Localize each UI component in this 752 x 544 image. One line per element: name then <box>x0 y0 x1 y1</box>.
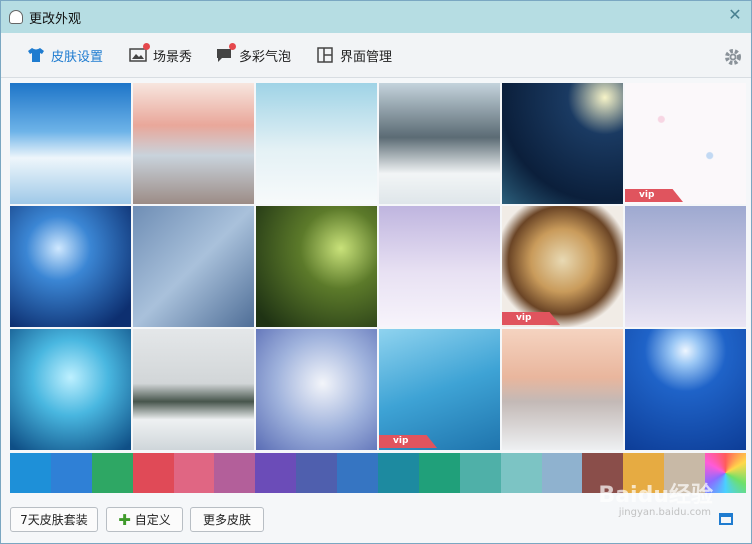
skin-tile[interactable]: vip <box>625 83 746 204</box>
tab-scene-show[interactable]: 场景秀 <box>129 33 192 77</box>
baidu-watermark-url: jingyan.baidu.com <box>618 507 711 518</box>
skin-tile[interactable] <box>256 329 377 450</box>
gear-icon[interactable] <box>723 47 743 67</box>
tab-skin-settings[interactable]: 皮肤设置 <box>27 33 103 77</box>
color-swatch[interactable] <box>173 453 215 493</box>
vip-badge: vip <box>379 435 437 448</box>
skin-tile[interactable] <box>10 83 131 204</box>
window-title: 更改外观 <box>29 11 82 27</box>
tab-bar: 皮肤设置 场景秀 多彩气泡 界面管理 <box>1 33 751 78</box>
skin-tile[interactable] <box>625 206 746 327</box>
tab-interface-manage[interactable]: 界面管理 <box>316 33 392 77</box>
chat-bubble-icon <box>215 43 236 63</box>
tab-label: 场景秀 <box>153 49 193 65</box>
qq-penguin-icon <box>9 10 23 24</box>
button-label: 自定义 <box>134 513 171 527</box>
vip-badge: vip <box>625 189 683 202</box>
skin-tile[interactable] <box>10 206 131 327</box>
skin-tile[interactable]: vip <box>379 329 500 450</box>
color-swatch[interactable] <box>541 453 583 493</box>
appearance-window: 更改外观 ✕ 皮肤设置 场景秀 多彩气泡 界面管理 vip vip vip 7天… <box>0 0 752 544</box>
skin-tile[interactable] <box>379 206 500 327</box>
layout-icon <box>316 47 334 63</box>
tab-colorful-bubbles[interactable]: 多彩气泡 <box>215 33 291 77</box>
button-label: 更多皮肤 <box>202 513 251 527</box>
notification-dot <box>143 43 150 50</box>
color-swatch[interactable] <box>10 453 51 493</box>
color-swatch[interactable] <box>255 453 297 493</box>
custom-skin-button[interactable]: ✚ 自定义 <box>106 507 183 532</box>
skin-tile[interactable] <box>10 329 131 450</box>
color-swatch[interactable] <box>50 453 92 493</box>
window-mode-icon[interactable] <box>719 513 733 525</box>
color-swatch[interactable] <box>91 453 133 493</box>
skin-tile[interactable] <box>256 206 377 327</box>
tshirt-icon <box>27 47 45 63</box>
seven-day-skin-pack-button[interactable]: 7天皮肤套装 <box>10 507 98 532</box>
skin-tile[interactable] <box>625 329 746 450</box>
baidu-watermark: Baidu经验 <box>598 483 713 508</box>
more-skins-button[interactable]: 更多皮肤 <box>190 507 264 532</box>
color-swatch[interactable] <box>214 453 256 493</box>
tab-label: 皮肤设置 <box>51 49 104 65</box>
title-bar: 更改外观 ✕ <box>1 1 751 33</box>
close-icon[interactable]: ✕ <box>727 7 743 23</box>
skin-tile[interactable] <box>502 83 623 204</box>
color-swatch[interactable] <box>378 453 419 493</box>
tab-label: 界面管理 <box>340 49 393 65</box>
skin-tile[interactable] <box>502 329 623 450</box>
picture-icon <box>129 43 150 63</box>
color-swatch[interactable] <box>500 453 542 493</box>
skin-grid: vip vip vip <box>10 83 746 452</box>
color-swatch[interactable] <box>459 453 501 493</box>
skin-tile[interactable] <box>133 83 254 204</box>
skin-tile[interactable] <box>379 83 500 204</box>
tab-label: 多彩气泡 <box>239 49 292 65</box>
skin-tile[interactable] <box>133 206 254 327</box>
color-swatch[interactable] <box>337 453 379 493</box>
color-swatch[interactable] <box>296 453 338 493</box>
skin-tile[interactable]: vip <box>502 206 623 327</box>
skin-tile[interactable] <box>133 329 254 450</box>
plus-icon: ✚ <box>118 510 131 529</box>
notification-dot <box>229 43 236 50</box>
vip-badge: vip <box>502 312 560 325</box>
skin-tile[interactable] <box>256 83 377 204</box>
color-swatch[interactable] <box>418 453 460 493</box>
button-label: 7天皮肤套装 <box>20 513 88 527</box>
color-swatch[interactable] <box>132 453 174 493</box>
